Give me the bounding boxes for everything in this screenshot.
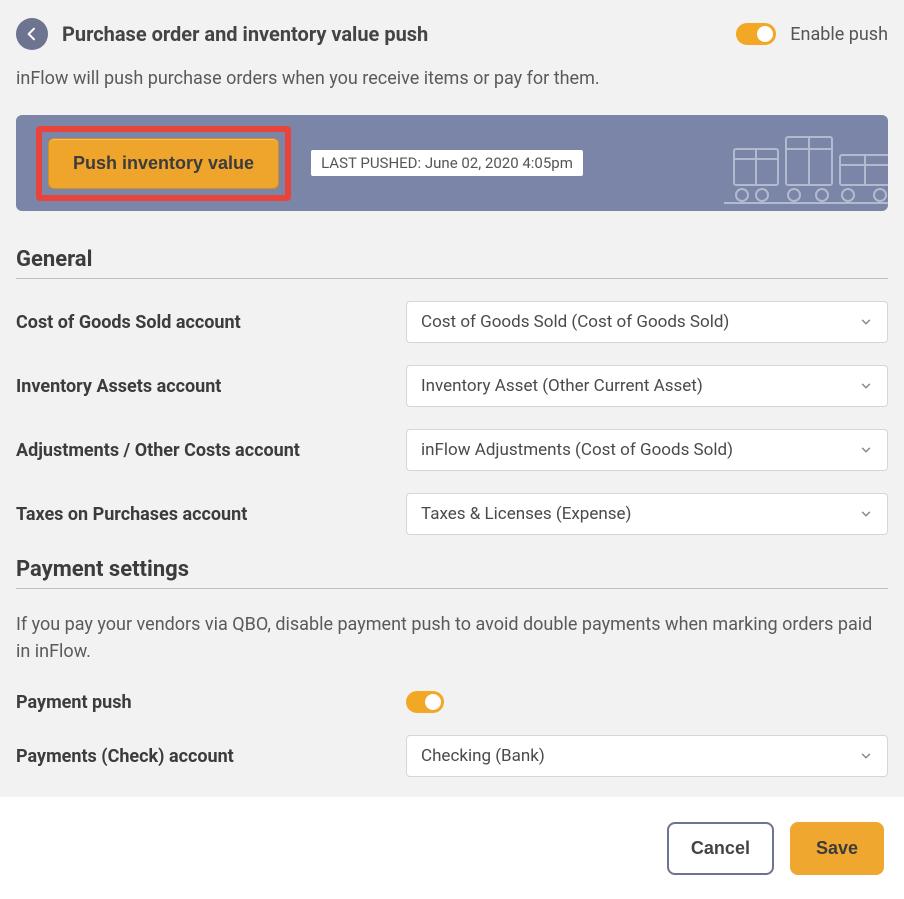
select-payments-check[interactable]: Checking (Bank) [406, 735, 888, 777]
select-cogs-value: Cost of Goods Sold (Cost of Goods Sold) [421, 312, 729, 332]
label-cogs: Cost of Goods Sold account [16, 312, 406, 333]
page-title: Purchase order and inventory value push [62, 22, 428, 46]
chevron-down-icon [859, 749, 873, 763]
chevron-down-icon [859, 379, 873, 393]
push-banner: Push inventory value LAST PUSHED: June 0… [16, 115, 888, 211]
chevron-down-icon [859, 315, 873, 329]
label-adjustments: Adjustments / Other Costs account [16, 440, 406, 461]
intro-text: inFlow will push purchase orders when yo… [16, 68, 888, 89]
select-adjustments-value: inFlow Adjustments (Cost of Goods Sold) [421, 440, 733, 460]
select-taxes[interactable]: Taxes & Licenses (Expense) [406, 493, 888, 535]
select-inventory-assets[interactable]: Inventory Asset (Other Current Asset) [406, 365, 888, 407]
chevron-down-icon [859, 507, 873, 521]
page-header: Purchase order and inventory value push … [16, 18, 888, 50]
last-pushed-badge: LAST PUSHED: June 02, 2020 4:05pm [311, 150, 583, 176]
label-taxes: Taxes on Purchases account [16, 504, 406, 525]
select-payments-check-value: Checking (Bank) [421, 746, 545, 766]
label-payments-check: Payments (Check) account [16, 746, 406, 767]
section-title-general: General [16, 247, 888, 279]
row-payments-check: Payments (Check) account Checking (Bank) [16, 735, 888, 777]
row-payment-push: Payment push [16, 691, 888, 713]
chevron-down-icon [859, 443, 873, 457]
select-inventory-assets-value: Inventory Asset (Other Current Asset) [421, 376, 703, 396]
payment-description: If you pay your vendors via QBO, disable… [16, 611, 888, 665]
cancel-button[interactable]: Cancel [667, 822, 774, 875]
highlight-box: Push inventory value [36, 126, 291, 201]
enable-push-toggle[interactable] [736, 23, 776, 45]
boxes-art-icon [724, 115, 888, 211]
label-inventory-assets: Inventory Assets account [16, 376, 406, 397]
select-taxes-value: Taxes & Licenses (Expense) [421, 504, 631, 524]
save-button[interactable]: Save [790, 822, 884, 875]
arrow-left-icon [24, 26, 40, 42]
row-inventory-assets: Inventory Assets account Inventory Asset… [16, 365, 888, 407]
back-button[interactable] [16, 18, 48, 50]
label-payment-push: Payment push [16, 692, 406, 713]
push-inventory-button[interactable]: Push inventory value [48, 138, 279, 189]
row-cogs: Cost of Goods Sold account Cost of Goods… [16, 301, 888, 343]
footer-bar: Cancel Save [0, 797, 904, 899]
row-adjustments: Adjustments / Other Costs account inFlow… [16, 429, 888, 471]
section-title-payment: Payment settings [16, 557, 888, 589]
select-cogs[interactable]: Cost of Goods Sold (Cost of Goods Sold) [406, 301, 888, 343]
payment-push-toggle[interactable] [406, 691, 444, 713]
select-adjustments[interactable]: inFlow Adjustments (Cost of Goods Sold) [406, 429, 888, 471]
enable-push-label: Enable push [790, 24, 888, 45]
row-taxes: Taxes on Purchases account Taxes & Licen… [16, 493, 888, 535]
